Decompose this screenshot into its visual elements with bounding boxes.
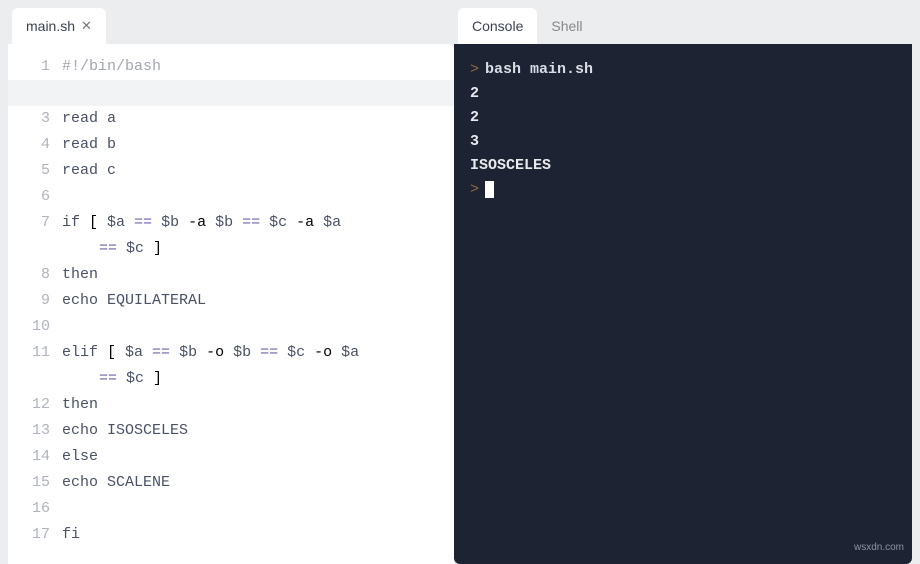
line-number: 16 xyxy=(8,496,50,522)
line-number: 5 xyxy=(8,158,50,184)
line-number: 3 xyxy=(8,106,50,132)
console-output-line: 2 xyxy=(470,106,896,130)
line-number: 14 xyxy=(8,444,50,470)
cursor-icon xyxy=(485,181,494,198)
code-line[interactable]: read b xyxy=(62,132,442,158)
console-tab-console[interactable]: Console xyxy=(458,8,537,44)
line-number: 8 xyxy=(8,262,50,288)
code-line[interactable]: echo SCALENE xyxy=(62,470,442,496)
prompt-icon: > xyxy=(470,61,479,78)
code-line[interactable] xyxy=(62,314,442,340)
close-icon[interactable]: ✕ xyxy=(81,18,92,34)
code-line[interactable]: elif [ $a == $b -o $b == $c -o $a == $c … xyxy=(62,340,442,392)
code-line[interactable]: echo EQUILATERAL xyxy=(62,288,442,314)
prompt-icon: > xyxy=(470,181,479,198)
code-line[interactable]: #!/bin/bash xyxy=(62,54,442,80)
console-command-line: > bash main.sh xyxy=(470,58,896,82)
console-output-line: 2 xyxy=(470,82,896,106)
line-number: 10 xyxy=(8,314,50,340)
line-number: 11 xyxy=(8,340,50,392)
console-output-line: ISOSCELES xyxy=(470,154,896,178)
line-number: 13 xyxy=(8,418,50,444)
line-number: 15 xyxy=(8,470,50,496)
code-area[interactable]: #!/bin/bash read aread bread c if [ $a == … xyxy=(62,44,454,564)
console-tab-shell[interactable]: Shell xyxy=(537,8,596,44)
console-tabbar: ConsoleShell xyxy=(454,8,912,44)
console-output-line: 3 xyxy=(470,130,896,154)
code-line[interactable]: then xyxy=(62,262,442,288)
code-line[interactable]: else xyxy=(62,444,442,470)
code-line[interactable] xyxy=(8,80,454,106)
editor-body[interactable]: 1234567891011121314151617 #!/bin/bashrea… xyxy=(8,44,454,564)
code-line[interactable] xyxy=(62,184,442,210)
console-body[interactable]: >bash main.sh223ISOSCELES>wsxdn.com xyxy=(454,44,912,564)
line-number: 12 xyxy=(8,392,50,418)
line-number: 1 xyxy=(8,54,50,80)
code-line[interactable]: then xyxy=(62,392,442,418)
editor-pane: main.sh ✕ 1234567891011121314151617 #!/b… xyxy=(0,0,454,564)
console-pane: ConsoleShell >bash main.sh223ISOSCELES>w… xyxy=(454,0,920,564)
console-prompt[interactable]: > xyxy=(470,178,896,202)
code-line[interactable]: read c xyxy=(62,158,442,184)
watermark: wsxdn.com xyxy=(854,536,904,560)
line-number: 9 xyxy=(8,288,50,314)
code-line[interactable]: echo ISOSCELES xyxy=(62,418,442,444)
editor-tab-main[interactable]: main.sh ✕ xyxy=(12,8,106,44)
code-line[interactable]: read a xyxy=(62,106,442,132)
code-line[interactable] xyxy=(62,496,442,522)
line-number: 6 xyxy=(8,184,50,210)
console-command: bash main.sh xyxy=(485,61,593,78)
line-gutter: 1234567891011121314151617 xyxy=(8,44,62,564)
line-number: 4 xyxy=(8,132,50,158)
code-line[interactable]: fi xyxy=(62,522,442,548)
code-line[interactable]: if [ $a == $b -a $b == $c -a $a == $c ] xyxy=(62,210,442,262)
editor-tabbar: main.sh ✕ xyxy=(8,8,454,44)
line-number: 17 xyxy=(8,522,50,548)
line-number: 7 xyxy=(8,210,50,262)
editor-tab-label: main.sh xyxy=(26,18,75,34)
